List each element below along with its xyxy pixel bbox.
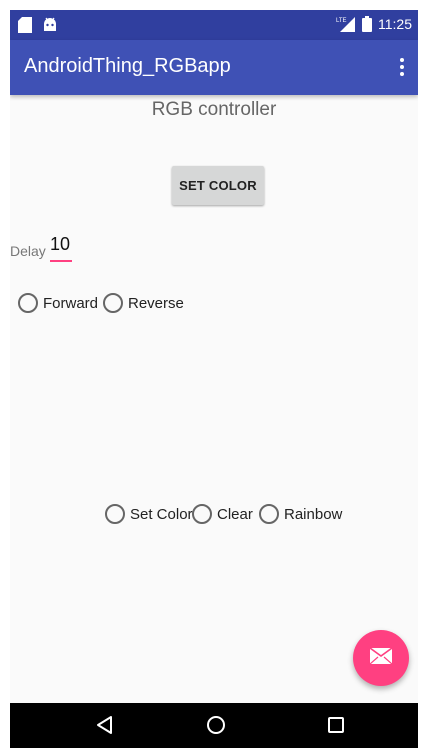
radio-label: Rainbow [284,505,343,523]
sd-card-icon [18,17,32,33]
radio-label: Reverse [128,294,184,312]
radio-label: Clear [217,505,253,523]
email-fab[interactable] [353,630,409,686]
radio-rainbow[interactable]: Rainbow [259,504,342,524]
radio-forward[interactable]: Forward [18,293,98,313]
battery-icon [362,16,372,32]
main-content: RGB controller SET COLOR Delay 10 Forwar… [10,95,418,703]
radio-button-icon [103,293,123,313]
radio-reverse[interactable]: Reverse [103,293,184,313]
app-title: AndroidThing_RGBapp [24,55,231,77]
radio-button-icon [18,293,38,313]
phone-screen: LTE 11:25 AndroidThing_RGBapp RGB contro… [10,10,418,748]
delay-input[interactable]: 10 [50,234,72,262]
android-icon [42,17,58,33]
radio-button-icon [259,504,279,524]
status-bar: LTE 11:25 [10,10,418,40]
radio-button-icon [192,504,212,524]
overflow-menu-icon[interactable] [390,52,414,82]
app-bar: AndroidThing_RGBapp [10,40,418,95]
back-icon[interactable] [92,713,116,737]
set-color-button[interactable]: SET COLOR [172,166,264,205]
radio-label: Set Color [130,505,193,523]
radio-clear[interactable]: Clear [192,504,253,524]
home-icon[interactable] [204,713,228,737]
status-time: 11:25 [378,16,412,32]
page-heading: RGB controller [151,99,277,120]
radio-button-icon [105,504,125,524]
radio-set-color[interactable]: Set Color [105,504,193,524]
delay-label: Delay [10,243,46,259]
radio-label: Forward [43,294,99,312]
navigation-bar [10,703,418,748]
lte-signal-icon: LTE [336,16,356,32]
mail-icon [369,646,393,669]
recents-icon[interactable] [324,713,348,737]
svg-text:LTE: LTE [336,18,347,24]
